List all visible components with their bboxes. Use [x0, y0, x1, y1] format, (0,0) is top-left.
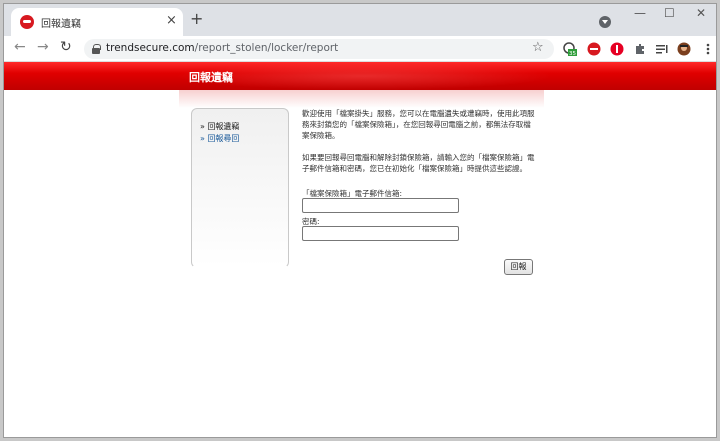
trend-micro-extension-icon[interactable] — [587, 42, 601, 56]
tab-bar: 回報遺竊 × + — ☐ ✕ — [4, 4, 716, 36]
tracker-extension-icon[interactable]: 35 — [563, 42, 577, 56]
main-content: 歡迎使用「檔案掛失」服務，您可以在電腦遺失或遭竊時，使用此項服務來封鎖您的「檔案… — [302, 108, 537, 185]
url-text[interactable]: trendsecure.com/report_stolen/locker/rep… — [106, 42, 338, 54]
tab-search-icon[interactable] — [599, 16, 611, 28]
email-field[interactable] — [302, 198, 459, 213]
password-field[interactable] — [302, 226, 459, 241]
extensions-puzzle-icon[interactable] — [633, 42, 647, 56]
trend-micro-favicon-icon — [20, 15, 34, 29]
tab-title: 回報遺竊 — [41, 19, 81, 30]
report-submit-button[interactable]: 回報 — [504, 259, 533, 275]
browser-window: 回報遺竊 × + — ☐ ✕ ← → ↻ trendsecure.com/rep… — [3, 3, 717, 438]
maximize-button[interactable]: ☐ — [664, 6, 675, 20]
sidebar-panel: » 回報遺竊 » 回報尋回 — [191, 108, 289, 268]
menu-dots-icon[interactable] — [701, 42, 715, 56]
minimize-button[interactable]: — — [634, 6, 646, 20]
back-button[interactable]: ← — [14, 39, 26, 55]
lock-icon[interactable] — [92, 44, 101, 54]
tab-current[interactable]: 回報遺竊 × — [11, 8, 183, 36]
reading-list-icon[interactable] — [655, 42, 669, 56]
intro-paragraph-2: 如果要回報尋回電腦和解除封鎖保險箱，請輸入您的「檔案保險箱」電子郵件信箱和密碼，… — [302, 153, 535, 173]
intro-paragraph-1: 歡迎使用「檔案掛失」服務，您可以在電腦遺失或遭竊時，使用此項服務來封鎖您的「檔案… — [302, 109, 535, 140]
sidebar-item-report-found[interactable]: » 回報尋回 — [200, 133, 239, 144]
new-tab-button[interactable]: + — [190, 9, 203, 28]
sidebar-item-report-stolen[interactable]: » 回報遺竊 — [200, 121, 239, 132]
banner-title: 回報遺竊 — [189, 71, 233, 84]
address-bar[interactable]: trendsecure.com/report_stolen/locker/rep… — [84, 39, 554, 59]
svg-text:35: 35 — [569, 51, 576, 56]
close-window-button[interactable]: ✕ — [696, 6, 706, 20]
banner-fade — [179, 90, 544, 108]
pinterest-extension-icon[interactable] — [610, 42, 624, 56]
site-banner: 回報遺竊 — [4, 62, 716, 90]
reload-button[interactable]: ↻ — [60, 39, 72, 55]
profile-avatar-icon[interactable] — [677, 42, 691, 56]
bookmark-star-icon[interactable]: ☆ — [532, 40, 544, 55]
tab-close-icon[interactable]: × — [166, 13, 177, 28]
forward-button[interactable]: → — [37, 39, 49, 55]
